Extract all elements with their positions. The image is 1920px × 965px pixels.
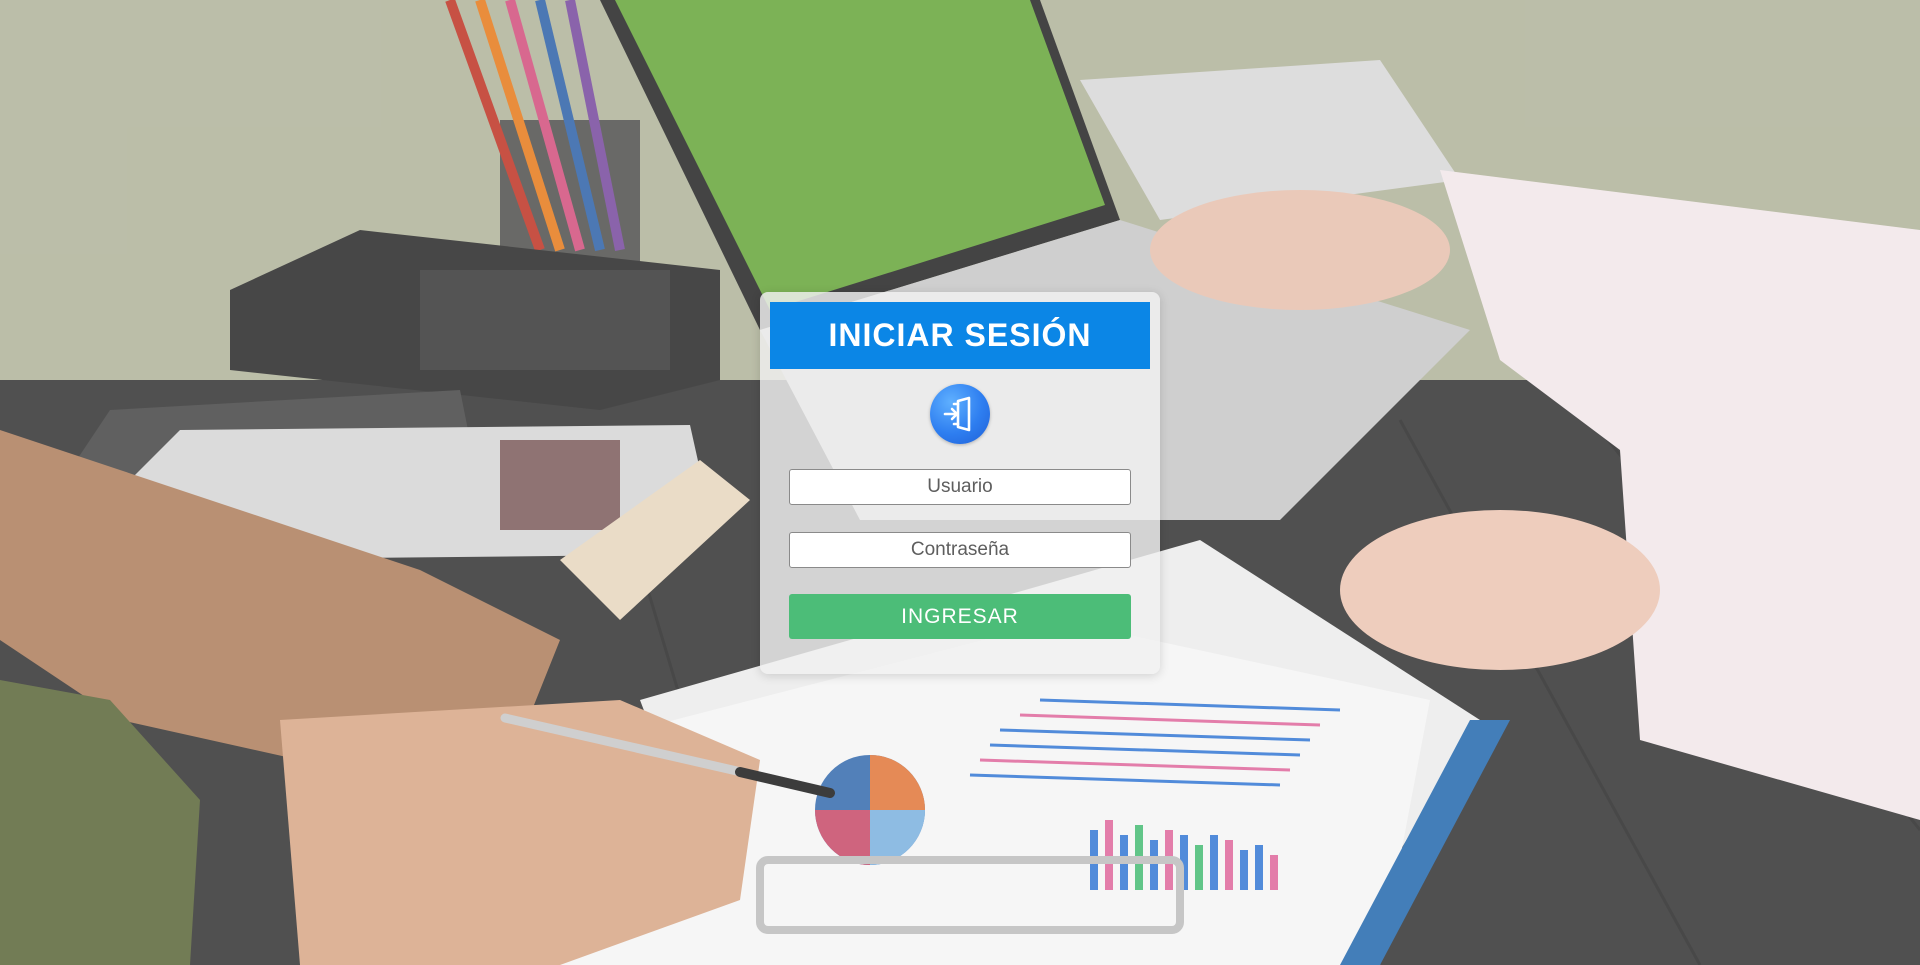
username-input[interactable] bbox=[789, 469, 1131, 505]
login-card: INICIAR SESIÓN INGRESAR bbox=[760, 292, 1160, 674]
password-input[interactable] bbox=[789, 532, 1131, 568]
login-door-icon bbox=[930, 384, 990, 444]
login-submit-button[interactable]: INGRESAR bbox=[789, 594, 1131, 639]
login-title: INICIAR SESIÓN bbox=[770, 302, 1150, 369]
login-door-icon-glyph bbox=[943, 396, 971, 432]
